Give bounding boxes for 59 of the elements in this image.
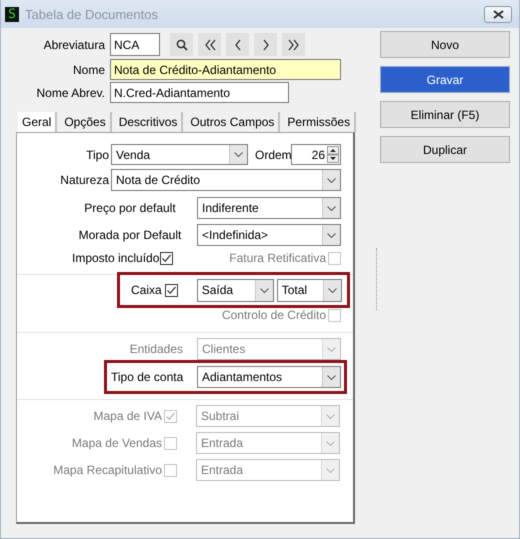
field-label: Caixa bbox=[131, 283, 162, 297]
previous-button[interactable] bbox=[226, 33, 249, 56]
action-button[interactable]: Novo bbox=[380, 31, 510, 58]
action-button[interactable]: Eliminar (F5) bbox=[380, 101, 510, 128]
first-button[interactable] bbox=[198, 33, 221, 56]
chevron-down-icon bbox=[327, 346, 336, 352]
chevron-down-icon bbox=[327, 374, 336, 380]
field-label: Morada por Default bbox=[78, 228, 182, 242]
field-label: Ordem bbox=[255, 148, 291, 162]
tab[interactable]: Geral bbox=[18, 112, 58, 132]
chevron-down-icon bbox=[326, 440, 335, 446]
search-button[interactable] bbox=[170, 33, 193, 56]
field-label: Controlo de Crédito bbox=[222, 308, 326, 322]
checkbox[interactable] bbox=[164, 284, 178, 296]
chevron-down-icon bbox=[326, 414, 335, 418]
text-field[interactable]: N.Cred-Adiantamento bbox=[110, 82, 289, 103]
double-chevron-left-icon bbox=[204, 38, 216, 50]
dropdown[interactable]: Indiferente bbox=[197, 197, 341, 219]
field-label: Tipo bbox=[85, 148, 109, 162]
chevron-down-icon bbox=[326, 468, 335, 472]
chevron-down-icon bbox=[234, 152, 243, 157]
spin-arrows-icon bbox=[327, 146, 339, 163]
chevron-down-icon bbox=[327, 178, 336, 182]
field-label: Nome bbox=[72, 62, 105, 76]
app-logo: S bbox=[5, 6, 19, 22]
dropdown[interactable]: Adiantamentos bbox=[197, 366, 341, 388]
action-button[interactable]: Gravar bbox=[380, 66, 510, 93]
close-button[interactable] bbox=[484, 6, 512, 22]
field-label: Preço por default bbox=[83, 201, 177, 215]
field-label: Mapa Recapitulativo bbox=[52, 463, 162, 477]
action-button[interactable]: Duplicar bbox=[380, 136, 510, 163]
checkbox[interactable] bbox=[160, 252, 174, 264]
chevron-down-icon bbox=[260, 288, 269, 292]
field-label: Abreviatura bbox=[42, 38, 105, 52]
field-label: Imposto incluído bbox=[72, 251, 160, 265]
field-label: Entidades bbox=[128, 342, 183, 356]
field-label: Mapa de IVA bbox=[92, 409, 162, 423]
dropdown[interactable]: <Indefinida> bbox=[197, 224, 341, 246]
number-spinner[interactable]: 26 bbox=[291, 144, 341, 165]
window-title: Tabela de Documentos bbox=[25, 6, 158, 22]
next-button[interactable] bbox=[254, 33, 277, 56]
dropdown[interactable]: Nota de Crédito bbox=[111, 169, 341, 191]
double-chevron-right-icon bbox=[288, 38, 300, 50]
last-button[interactable] bbox=[282, 33, 305, 56]
text-field[interactable]: NCA bbox=[110, 33, 160, 56]
close-icon bbox=[492, 10, 504, 18]
chevron-down-icon bbox=[327, 232, 336, 238]
chevron-down-icon bbox=[327, 206, 336, 210]
dropdown[interactable]: Total bbox=[276, 278, 342, 302]
field-label: Mapa de Vendas bbox=[70, 436, 162, 450]
field-label: Tipo de conta bbox=[111, 370, 184, 384]
field-label: Nome Abrev. bbox=[36, 86, 105, 100]
dropdown[interactable]: Saída bbox=[196, 278, 274, 302]
text-field[interactable]: Nota de Crédito-Adiantamento bbox=[110, 59, 341, 80]
dropdown[interactable]: Venda bbox=[111, 144, 248, 165]
field-label: Fatura Retificativa bbox=[229, 251, 326, 265]
field-label: Natureza bbox=[59, 173, 109, 187]
chevron-down-icon bbox=[328, 288, 337, 292]
search-icon bbox=[176, 38, 188, 50]
